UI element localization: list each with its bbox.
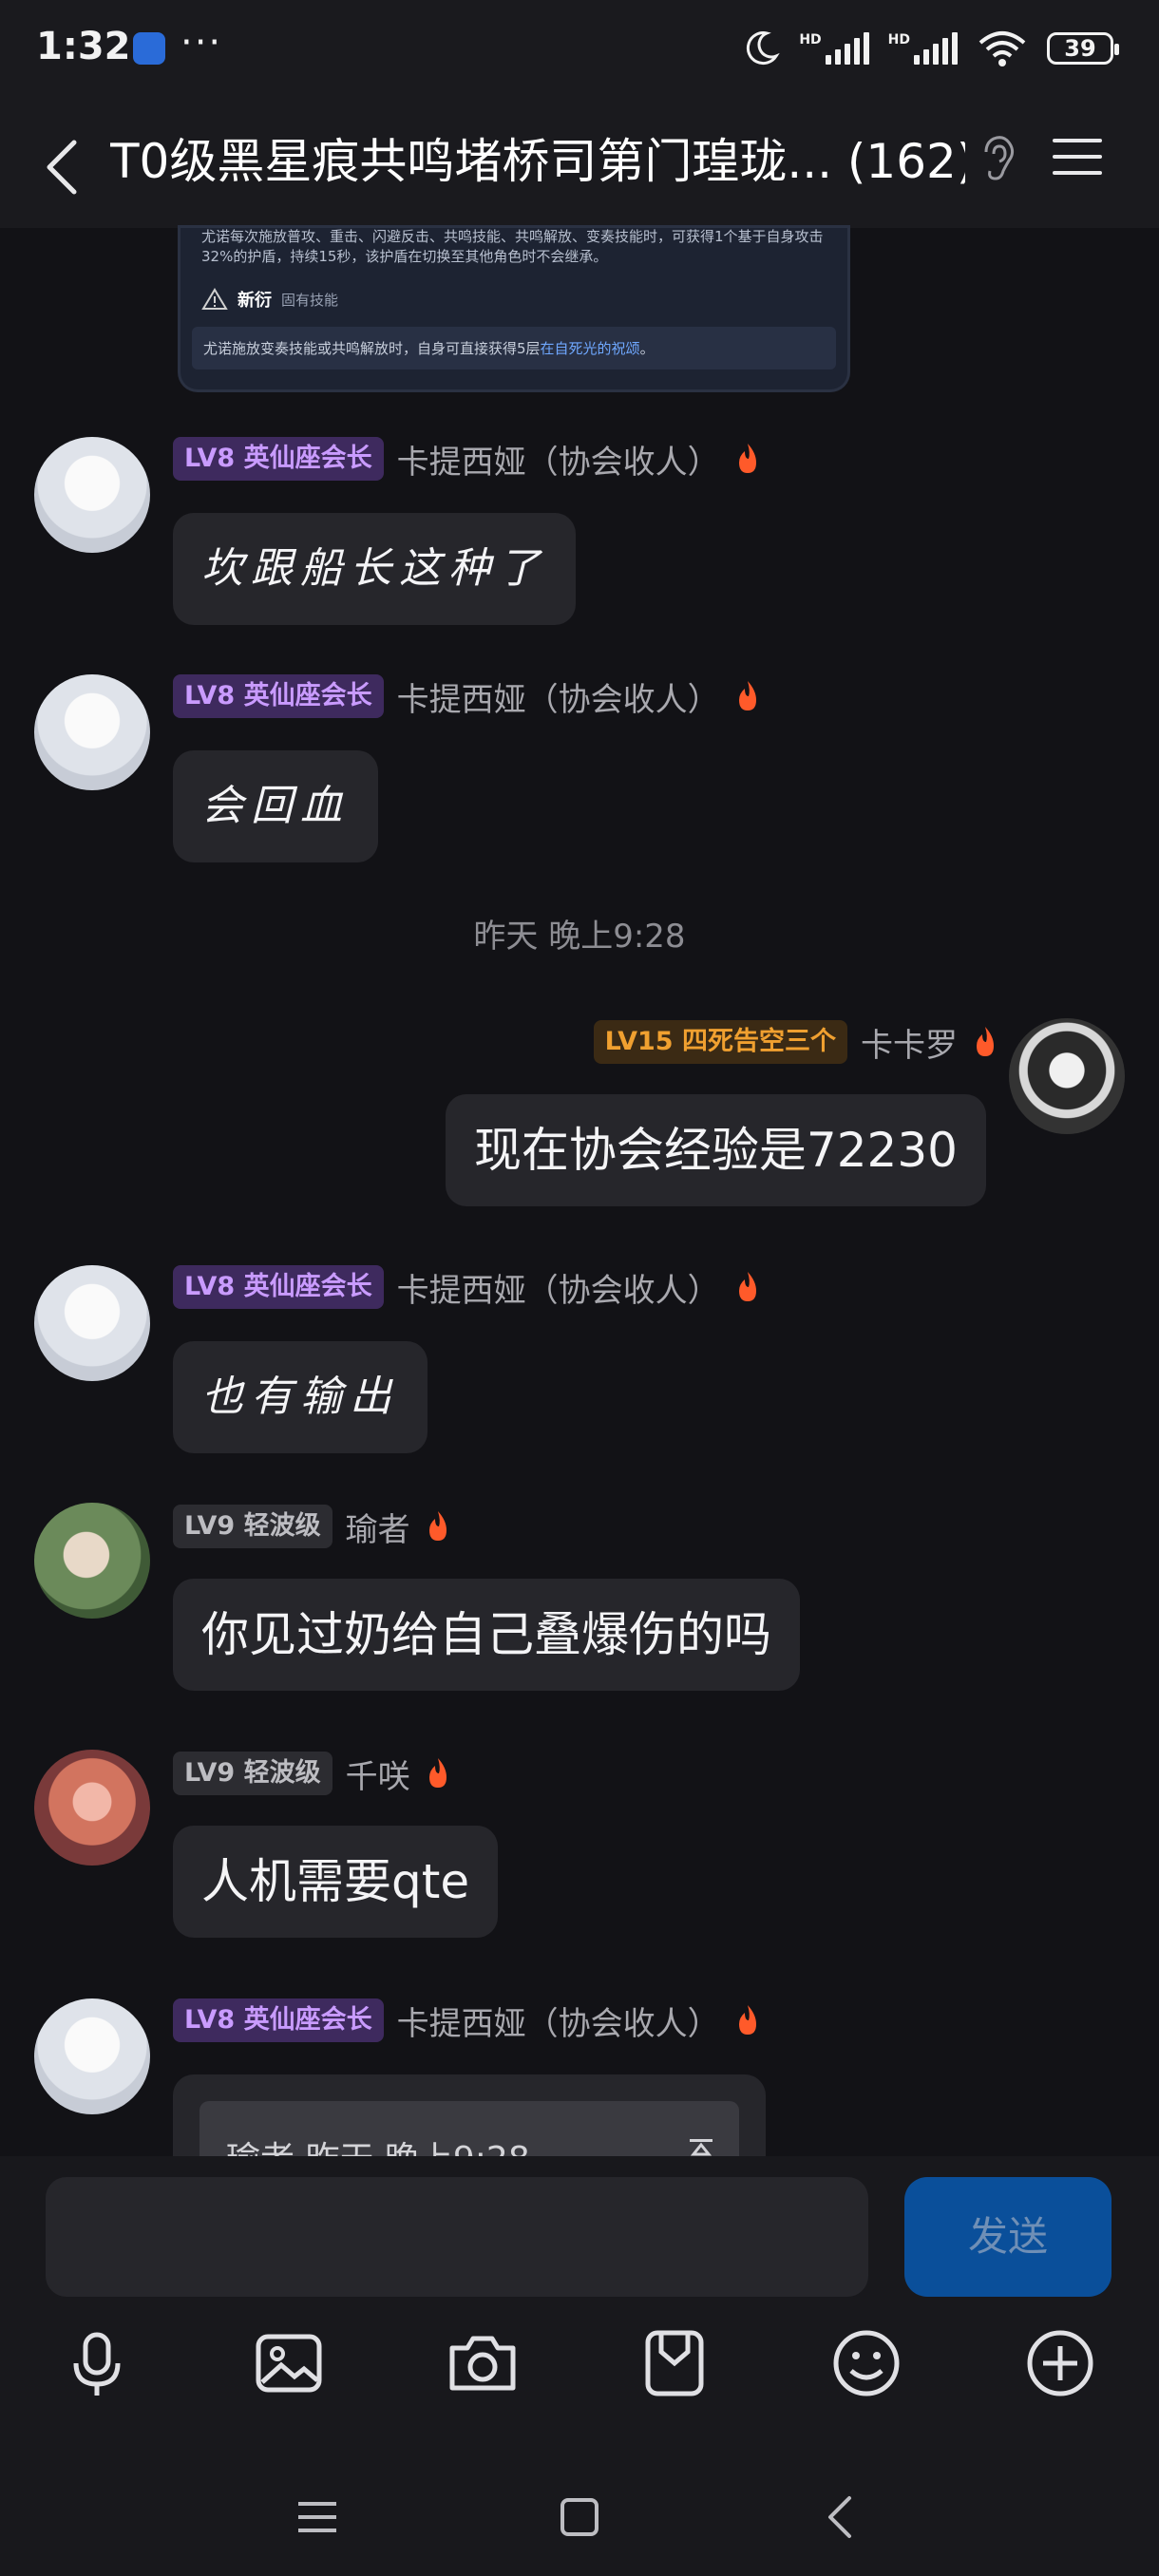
more-notifications-icon: ··· bbox=[180, 21, 223, 65]
signal-icon-2: HD bbox=[888, 32, 958, 65]
username[interactable]: 千咲 bbox=[346, 1751, 410, 1797]
level-badge: LV9 轻波级 bbox=[173, 1505, 332, 1548]
wifi-icon bbox=[978, 31, 1026, 66]
system-nav-bar bbox=[0, 2470, 1159, 2576]
level-badge: LV15 四死告空三个 bbox=[593, 1020, 847, 1064]
image-icon[interactable] bbox=[251, 2325, 327, 2401]
composer: 发送 bbox=[0, 2156, 1159, 2576]
recent-apps-icon[interactable] bbox=[289, 2489, 346, 2546]
message-meta: LV8 英仙座会长 卡提西娅（协会收人） bbox=[173, 1997, 762, 2044]
username[interactable]: 瑜者 bbox=[346, 1504, 410, 1550]
skill-type: 固有技能 bbox=[281, 291, 339, 309]
time-divider: 昨天 晚上9:28 bbox=[473, 918, 686, 956]
sticker-icon[interactable] bbox=[636, 2325, 712, 2401]
message-bubble[interactable]: 人机需要qte bbox=[173, 1826, 499, 1938]
username[interactable]: 卡提西娅（协会收人） bbox=[397, 1998, 720, 2044]
status-bar: 1:32 ··· HD HD 39 bbox=[0, 0, 1159, 95]
home-icon[interactable] bbox=[551, 2489, 608, 2546]
microphone-icon[interactable] bbox=[59, 2325, 135, 2401]
message-meta: LV15 四死告空三个 卡卡罗 bbox=[593, 1018, 999, 1066]
level-badge: LV8 英仙座会长 bbox=[173, 1265, 384, 1309]
emoji-icon[interactable] bbox=[828, 2325, 904, 2401]
quote-text: 瑜者 昨天 晚上9:28 bbox=[226, 2131, 530, 2158]
network-label-2: HD bbox=[887, 32, 910, 47]
skill-description: 尤诺施放变奏技能或共鸣解放时，自身可直接获得5层在自死光的祝颂。 bbox=[192, 327, 836, 369]
battery-icon: 39 bbox=[1047, 32, 1119, 65]
avatar[interactable] bbox=[1009, 1018, 1125, 1134]
skill-desc-link: 在自死光的祝颂 bbox=[540, 340, 640, 357]
avatar[interactable] bbox=[34, 1998, 150, 2114]
skill-desc-end: 。 bbox=[639, 340, 655, 357]
username[interactable]: 卡提西娅（协会收人） bbox=[397, 673, 720, 720]
message-meta: LV9 轻波级 瑜者 bbox=[173, 1503, 452, 1550]
signal-icon-1: HD bbox=[799, 32, 869, 65]
collapse-icon[interactable] bbox=[688, 2137, 714, 2158]
composer-toolbar bbox=[0, 2325, 1159, 2420]
warning-icon bbox=[201, 288, 228, 310]
message-meta: LV8 英仙座会长 卡提西娅（协会收人） bbox=[173, 1263, 762, 1311]
avatar[interactable] bbox=[34, 437, 150, 553]
chat-title[interactable]: T0级黑星痕共鸣堵桥司第门瑝珑... (162) bbox=[110, 123, 965, 192]
level-badge: LV8 英仙座会长 bbox=[173, 437, 384, 481]
username[interactable]: 卡提西娅（协会收人） bbox=[397, 436, 720, 483]
skill-desc-text: 尤诺施放变奏技能或共鸣解放时，自身可直接获得5层 bbox=[203, 340, 541, 357]
message-bubble[interactable]: 现在协会经验是72230 bbox=[445, 1094, 986, 1206]
message-meta: LV8 英仙座会长 卡提西娅（协会收人） bbox=[173, 435, 762, 483]
username[interactable]: 卡提西娅（协会收人） bbox=[397, 1264, 720, 1311]
plus-icon[interactable] bbox=[1022, 2325, 1098, 2401]
nav-back-icon[interactable] bbox=[813, 2489, 870, 2546]
chat-header: T0级黑星痕共鸣堵桥司第门瑝珑... (162) bbox=[0, 95, 1159, 228]
message-meta: LV8 英仙座会长 卡提西娅（协会收人） bbox=[173, 672, 762, 720]
flame-icon bbox=[738, 444, 756, 473]
app-notification-icon bbox=[133, 32, 165, 65]
message-bubble[interactable]: 你见过奶给自己叠爆伤的吗 bbox=[173, 1579, 800, 1691]
network-label: HD bbox=[799, 32, 822, 47]
message-input[interactable] bbox=[46, 2177, 868, 2297]
flame-icon bbox=[977, 1027, 994, 1056]
flame-icon bbox=[738, 1272, 756, 1301]
status-time: 1:32 bbox=[36, 25, 131, 68]
message-meta: LV9 轻波级 千咲 bbox=[173, 1750, 452, 1797]
level-badge: LV8 英仙座会长 bbox=[173, 1998, 384, 2042]
avatar[interactable] bbox=[34, 1503, 150, 1619]
back-icon[interactable] bbox=[40, 139, 87, 196]
avatar[interactable] bbox=[34, 674, 150, 790]
message-bubble[interactable]: 也有输出 bbox=[173, 1341, 428, 1453]
send-button[interactable]: 发送 bbox=[904, 2177, 1112, 2297]
message-bubble[interactable]: 坎跟船长这种了 bbox=[173, 513, 576, 625]
moon-icon bbox=[747, 31, 781, 66]
username[interactable]: 卡卡罗 bbox=[861, 1019, 958, 1066]
menu-icon[interactable] bbox=[1049, 133, 1106, 180]
status-icons: HD HD 39 bbox=[742, 25, 1119, 72]
camera-icon[interactable] bbox=[445, 2325, 521, 2401]
avatar[interactable] bbox=[34, 1750, 150, 1866]
avatar[interactable] bbox=[34, 1265, 150, 1381]
level-badge: LV8 英仙座会长 bbox=[173, 674, 384, 718]
shared-image-card[interactable]: 尤诺每次施放普攻、重击、闪避反击、共鸣技能、共鸣解放、变奏技能时，可获得1个基于… bbox=[180, 228, 847, 389]
quoted-message[interactable]: 瑜者 昨天 晚上9:28 bbox=[200, 2101, 739, 2158]
flame-icon bbox=[738, 681, 756, 710]
message-bubble[interactable]: 会回血 bbox=[173, 750, 378, 862]
skill-text-top: 尤诺每次施放普攻、重击、闪避反击、共鸣技能、共鸣解放、变奏技能时，可获得1个基于… bbox=[201, 228, 824, 265]
ear-icon[interactable] bbox=[978, 133, 1018, 182]
flame-icon bbox=[428, 1758, 446, 1788]
skill-name: 新衍 bbox=[238, 291, 272, 311]
flame-icon bbox=[738, 2005, 756, 2035]
flame-icon bbox=[428, 1511, 446, 1541]
skill-header: 新衍 固有技能 bbox=[180, 266, 847, 317]
level-badge: LV9 轻波级 bbox=[173, 1752, 332, 1795]
